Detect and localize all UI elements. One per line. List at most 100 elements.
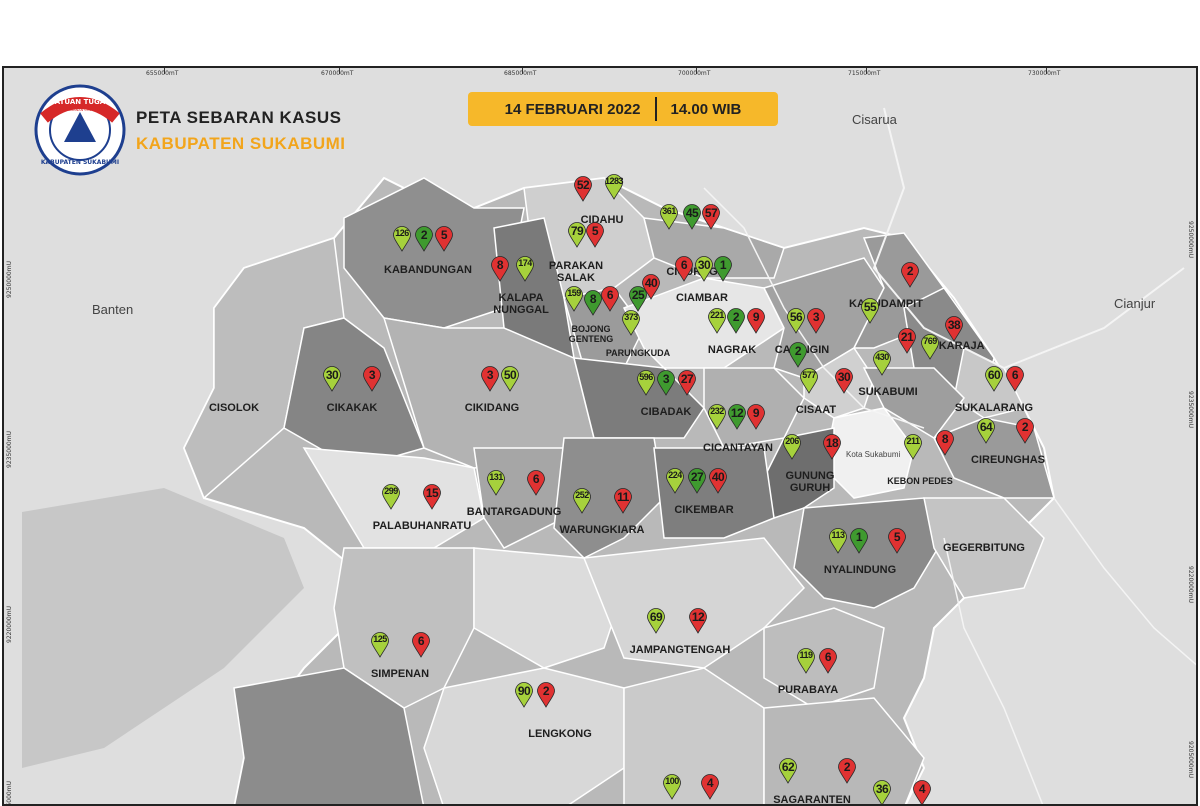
- grid-label-right: 9235000mU: [1187, 391, 1194, 428]
- case-count: 12: [691, 610, 705, 624]
- red-case-marker-icon: 57: [702, 204, 721, 230]
- district-label: CIREUNGHAS: [971, 454, 1045, 466]
- light-green-case-marker-icon: 50: [501, 366, 520, 392]
- light-green-case-marker-icon: 373: [622, 310, 641, 336]
- light-green-case-marker-icon: 430: [873, 350, 892, 376]
- light-green-case-marker-icon: 56: [787, 308, 806, 334]
- light-green-case-marker-icon: 60: [985, 366, 1004, 392]
- report-time: 14.00 WIB: [670, 100, 742, 118]
- red-case-marker-icon: 40: [709, 468, 728, 494]
- date-time-banner: 14 FEBRUARI 2022 14.00 WIB: [468, 92, 778, 126]
- grid-label-left: 9250000mU: [6, 261, 13, 298]
- grid-label-top: 700000mT: [678, 70, 711, 77]
- case-count: 113: [831, 530, 845, 540]
- case-count: 3: [662, 372, 670, 386]
- light-green-case-marker-icon: 119: [797, 648, 816, 674]
- case-count: 79: [570, 224, 584, 238]
- case-count: 206: [785, 436, 799, 446]
- grid-label-top: 715000mT: [848, 70, 881, 77]
- red-case-marker-icon: 2: [537, 682, 556, 708]
- case-count: 36: [875, 782, 889, 796]
- light-green-case-marker-icon: 206: [783, 434, 802, 460]
- case-count: 6: [680, 258, 688, 272]
- red-case-marker-icon: 12: [689, 608, 708, 634]
- logo-ring-top: SATUAN TUGAS: [50, 98, 111, 106]
- red-case-marker-icon: 6: [601, 286, 620, 312]
- logo-ring-bottom: KABUPATEN SUKABUMI: [41, 159, 119, 166]
- light-green-case-marker-icon: 159: [565, 286, 584, 312]
- dark-green-case-marker-icon: 27: [688, 468, 707, 494]
- case-count: 8: [941, 432, 949, 446]
- case-count: 2: [843, 760, 851, 774]
- district-label: CIAMBAR: [676, 292, 728, 304]
- case-count: 2: [794, 344, 802, 358]
- light-green-case-marker-icon: 36: [873, 780, 892, 804]
- satgas-logo: KABUPATEN SUKABUMI SATUAN TUGAS PENANGAN…: [34, 84, 126, 176]
- district-label: CIKIDANG: [464, 402, 520, 414]
- light-green-case-marker-icon: 577: [800, 368, 819, 394]
- case-count: 2: [420, 228, 428, 242]
- case-count: 211: [906, 436, 920, 446]
- case-count: 224: [668, 470, 682, 480]
- light-green-case-marker-icon: 361: [660, 204, 679, 230]
- light-green-case-marker-icon: 113: [829, 528, 848, 554]
- red-case-marker-icon: 5: [586, 222, 605, 248]
- light-green-case-marker-icon: 299: [382, 484, 401, 510]
- case-count: 100: [665, 776, 679, 786]
- report-date: 14 FEBRUARI 2022: [504, 100, 641, 118]
- red-case-marker-icon: 2: [901, 262, 920, 288]
- light-green-case-marker-icon: 125: [371, 632, 390, 658]
- red-case-marker-icon: 6: [819, 648, 838, 674]
- case-count: 252: [575, 490, 589, 500]
- case-count: 12: [730, 406, 744, 420]
- light-green-case-marker-icon: 232: [708, 404, 727, 430]
- district-label: BOJONG GENTENG: [568, 324, 614, 344]
- red-case-marker-icon: 52: [574, 176, 593, 202]
- district-label: PURABAYA: [777, 684, 839, 696]
- red-case-marker-icon: 6: [1006, 366, 1025, 392]
- light-green-case-marker-icon: 221: [708, 308, 727, 334]
- district-label: CISAAT: [795, 404, 837, 416]
- red-case-marker-icon: 18: [823, 434, 842, 460]
- case-count: 30: [837, 370, 851, 384]
- case-count: 5: [440, 228, 448, 242]
- case-count: 9: [752, 310, 760, 324]
- case-count: 361: [662, 206, 676, 216]
- light-green-case-marker-icon: 769: [921, 334, 940, 360]
- district-label: SAGARANTEN: [773, 794, 851, 806]
- red-case-marker-icon: 2: [1016, 418, 1035, 444]
- red-case-marker-icon: 6: [412, 632, 431, 658]
- red-case-marker-icon: 11: [614, 488, 633, 514]
- red-case-marker-icon: 38: [945, 316, 964, 342]
- case-count: 90: [517, 684, 531, 698]
- case-count: 126: [395, 228, 409, 238]
- red-case-marker-icon: 2: [838, 758, 857, 784]
- red-case-marker-icon: 6: [675, 256, 694, 282]
- grid-tick: [696, 68, 697, 74]
- map-title: PETA SEBARAN KASUS: [136, 108, 342, 127]
- case-count: 56: [789, 310, 803, 324]
- light-green-case-marker-icon: 79: [568, 222, 587, 248]
- district-label: WARUNGKIARA: [559, 524, 645, 536]
- light-green-case-marker-icon: 211: [904, 434, 923, 460]
- case-count: 64: [979, 420, 993, 434]
- case-count: 52: [576, 178, 590, 192]
- dark-green-case-marker-icon: 1: [850, 528, 869, 554]
- district-label: PARAKAN SALAK: [548, 260, 604, 284]
- red-case-marker-icon: 4: [913, 780, 932, 804]
- place-cianjur: Cianjur: [1114, 296, 1156, 311]
- dark-green-case-marker-icon: 2: [789, 342, 808, 368]
- red-case-marker-icon: 5: [435, 226, 454, 252]
- light-green-case-marker-icon: 30: [695, 256, 714, 282]
- case-count: 174: [518, 258, 532, 268]
- grid-tick: [866, 68, 867, 74]
- red-case-marker-icon: 6: [527, 470, 546, 496]
- red-case-marker-icon: 8: [936, 430, 955, 456]
- grid-label-right: 9250000mU: [1187, 221, 1194, 258]
- red-case-marker-icon: 9: [747, 404, 766, 430]
- case-count: 769: [923, 336, 937, 346]
- dark-green-case-marker-icon: 2: [415, 226, 434, 252]
- district-label: JAMPANGTENGAH: [629, 644, 731, 656]
- case-count: 6: [1011, 368, 1019, 382]
- grid-label-left: 9220000mU: [6, 606, 13, 643]
